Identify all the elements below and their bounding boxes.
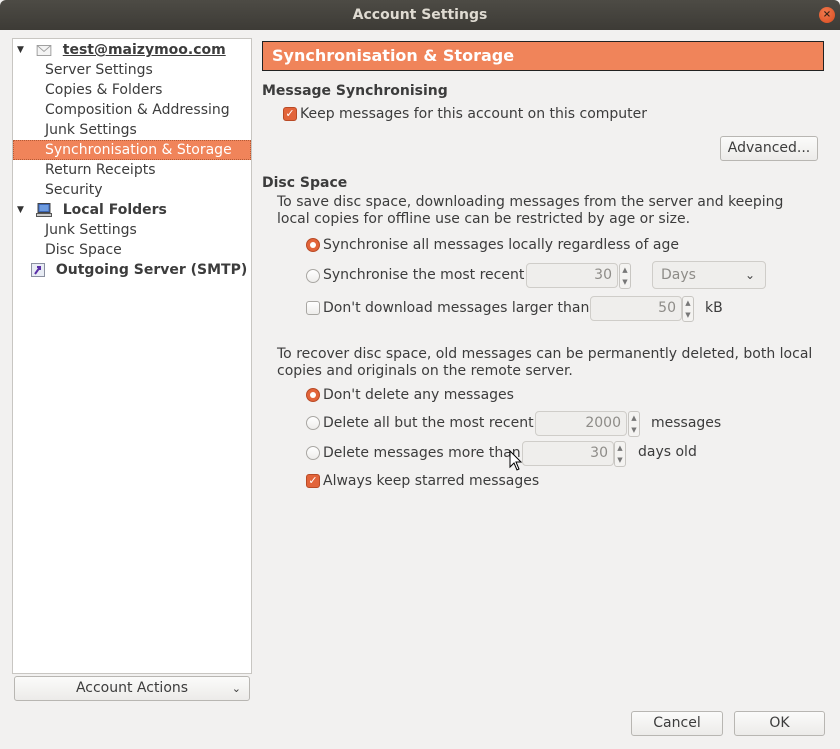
tree-item-copies-folders[interactable]: Copies & Folders: [13, 80, 251, 100]
sync-recent-unit-value: Days: [661, 267, 696, 283]
expand-triangle-icon[interactable]: ▼: [17, 200, 29, 220]
delete-older-input[interactable]: 30: [522, 441, 614, 466]
window-title: Account Settings: [352, 7, 488, 23]
outgoing-server-icon: [31, 263, 45, 277]
computer-icon: [35, 203, 52, 217]
dont-download-checkbox[interactable]: [306, 301, 320, 315]
message-sync-heading: Message Synchronising: [262, 83, 448, 99]
sync-recent-radio[interactable]: [306, 269, 320, 283]
keep-starred-checkbox[interactable]: ✓: [306, 474, 320, 488]
tree-item-junk-settings[interactable]: Junk Settings: [13, 120, 251, 140]
dont-download-input[interactable]: 50: [590, 296, 682, 321]
sync-all-radio[interactable]: [306, 238, 320, 252]
advanced-button[interactable]: Advanced...: [720, 136, 818, 161]
tree-item-label: Synchronisation & Storage: [45, 142, 232, 158]
tree-item-account[interactable]: ▼ test@maizymoo.com: [13, 40, 251, 60]
tree-item-label: Junk Settings: [45, 122, 137, 138]
title-bar: Account Settings ×: [0, 0, 840, 30]
delete-all-but-input[interactable]: 2000: [535, 411, 627, 436]
tree-item-label: Server Settings: [45, 62, 153, 78]
delete-all-but-label: Delete all but the most recent: [323, 415, 534, 431]
dont-download-spinner[interactable]: ▲ ▼: [682, 296, 694, 322]
delete-all-but-spinner[interactable]: ▲ ▼: [628, 411, 640, 437]
tree-item-outgoing-server[interactable]: Outgoing Server (SMTP): [13, 260, 251, 280]
tree-item-synchronisation-storage[interactable]: Synchronisation & Storage: [13, 140, 251, 160]
tree-item-label: Return Receipts: [45, 162, 156, 178]
tree-item-server-settings[interactable]: Server Settings: [13, 60, 251, 80]
sync-recent-label: Synchronise the most recent: [323, 267, 525, 283]
tree-item-local-junk-settings[interactable]: Junk Settings: [13, 220, 251, 240]
disc-space-heading: Disc Space: [262, 175, 348, 191]
mouse-pointer-icon: [509, 450, 523, 471]
sync-recent-spinner[interactable]: ▲ ▼: [619, 263, 631, 289]
dont-download-unit: kB: [705, 300, 723, 316]
keep-messages-checkbox[interactable]: ✓: [283, 107, 297, 121]
delete-older-spinner[interactable]: ▲ ▼: [614, 441, 626, 467]
tree-item-label: Security: [45, 182, 103, 198]
delete-older-unit: days old: [638, 444, 697, 460]
delete-older-radio[interactable]: [306, 446, 320, 460]
disc-space-description: To save disc space, downloading messages…: [277, 194, 784, 227]
cancel-button[interactable]: Cancel: [631, 711, 723, 736]
delete-older-label: Delete messages more than: [323, 445, 521, 461]
tree-item-local-folders[interactable]: ▼ Local Folders: [13, 200, 251, 220]
recover-description: To recover disc space, old messages can …: [277, 346, 813, 379]
dont-delete-label: Don't delete any messages: [323, 387, 514, 403]
close-icon[interactable]: ×: [819, 7, 835, 23]
tree-item-disc-space[interactable]: Disc Space: [13, 240, 251, 260]
tree-item-composition-addressing[interactable]: Composition & Addressing: [13, 100, 251, 120]
account-actions-button[interactable]: Account Actions ⌄: [14, 676, 250, 701]
expand-triangle-icon[interactable]: ▼: [17, 40, 29, 60]
local-folders-label: Local Folders: [62, 202, 167, 218]
tree-item-label: Composition & Addressing: [45, 102, 230, 118]
account-label: test@maizymoo.com: [62, 42, 226, 58]
account-actions-label: Account Actions: [75, 680, 189, 696]
chevron-down-icon: ⌄: [231, 682, 241, 695]
keep-messages-label: Keep messages for this account on this c…: [300, 106, 648, 122]
chevron-down-icon: ⌄: [744, 268, 755, 282]
tree-item-security[interactable]: Security: [13, 180, 251, 200]
delete-all-but-unit: messages: [651, 415, 722, 431]
ok-button[interactable]: OK: [734, 711, 825, 736]
tree-item-return-receipts[interactable]: Return Receipts: [13, 160, 251, 180]
tree-item-label: Copies & Folders: [45, 82, 163, 98]
tree-item-label: Disc Space: [45, 242, 122, 258]
tree-item-label: Junk Settings: [45, 222, 137, 238]
panel-title: Synchronisation & Storage: [262, 41, 824, 71]
sync-recent-input[interactable]: 30: [526, 263, 618, 288]
envelope-icon: [36, 45, 52, 56]
outgoing-server-label: Outgoing Server (SMTP): [55, 262, 248, 278]
dont-download-label: Don't download messages larger than: [323, 300, 590, 316]
dont-delete-radio[interactable]: [306, 388, 320, 402]
delete-all-but-radio[interactable]: [306, 416, 320, 430]
sync-recent-unit-dropdown[interactable]: Days ⌄: [652, 261, 766, 289]
sync-all-label: Synchronise all messages locally regardl…: [323, 237, 679, 253]
keep-starred-label: Always keep starred messages: [323, 473, 540, 489]
account-tree: ▼ test@maizymoo.com Server Settings Copi…: [12, 38, 252, 674]
